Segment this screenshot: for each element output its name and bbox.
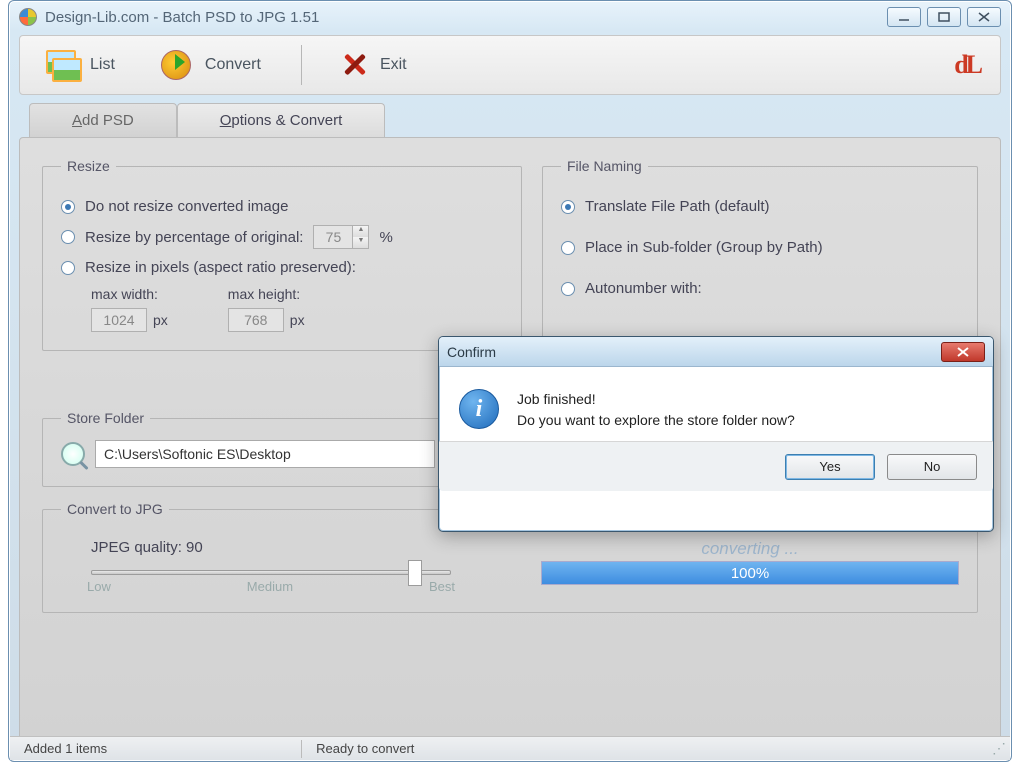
tab-options-convert[interactable]: Options & Convert bbox=[177, 103, 386, 137]
spin-down-icon[interactable]: ▼ bbox=[353, 237, 368, 248]
info-icon: i bbox=[459, 389, 499, 429]
close-icon bbox=[957, 347, 969, 357]
max-width-input[interactable] bbox=[91, 308, 147, 332]
titlebar: Design-Lib.com - Batch PSD to JPG 1.51 bbox=[9, 1, 1011, 33]
statusbar: Added 1 items Ready to convert ⋰ bbox=[10, 736, 1010, 760]
maxh-label: max height: bbox=[228, 286, 305, 302]
convert-legend: Convert to JPG bbox=[61, 501, 169, 517]
pct-unit: % bbox=[379, 229, 392, 246]
toolbar: List Convert Exit dL bbox=[19, 35, 1001, 95]
percentage-spinner[interactable]: ▲▼ bbox=[313, 225, 369, 249]
progress-bar: 100% bbox=[541, 561, 959, 585]
close-button[interactable] bbox=[967, 7, 1001, 27]
list-button[interactable]: List bbox=[34, 42, 125, 88]
slider-low: Low bbox=[87, 579, 111, 594]
list-icon bbox=[44, 48, 78, 82]
exit-label: Exit bbox=[380, 56, 407, 74]
maxw-label: max width: bbox=[91, 286, 168, 302]
status-ready: Ready to convert bbox=[302, 741, 428, 756]
dialog-title: Confirm bbox=[447, 344, 941, 360]
dialog-body: i Job finished! Do you want to explore t… bbox=[439, 367, 993, 441]
spin-up-icon[interactable]: ▲ bbox=[353, 226, 368, 237]
resize-group: Resize Do not resize converted image Res… bbox=[42, 158, 522, 351]
naming-translate-label: Translate File Path (default) bbox=[585, 198, 770, 215]
tab-add-psd[interactable]: AAdd PSDdd PSD bbox=[29, 103, 177, 137]
dialog-footer: Yes No bbox=[439, 441, 993, 491]
resize-none-radio[interactable]: Do not resize converted image bbox=[61, 198, 503, 215]
slider-medium: Medium bbox=[247, 579, 293, 594]
radio-icon bbox=[561, 241, 575, 255]
yes-button[interactable]: Yes bbox=[785, 454, 875, 480]
magnifier-icon bbox=[61, 442, 85, 466]
window-title: Design-Lib.com - Batch PSD to JPG 1.51 bbox=[45, 9, 887, 26]
brand-logo: dL bbox=[954, 50, 986, 80]
toolbar-separator bbox=[301, 45, 302, 85]
radio-icon bbox=[561, 282, 575, 296]
naming-autonumber-radio[interactable]: Autonumber with: bbox=[561, 280, 959, 297]
status-added: Added 1 items bbox=[10, 741, 121, 756]
gear-play-icon bbox=[159, 48, 193, 82]
slider-best: Best bbox=[429, 579, 455, 594]
x-icon bbox=[342, 52, 368, 78]
dialog-close-button[interactable] bbox=[941, 342, 985, 362]
dialog-line1: Job finished! bbox=[517, 389, 795, 410]
store-legend: Store Folder bbox=[61, 410, 150, 426]
convert-button[interactable]: Convert bbox=[149, 42, 271, 88]
percentage-input[interactable] bbox=[314, 229, 352, 245]
dialog-text: Job finished! Do you want to explore the… bbox=[517, 389, 795, 431]
window-buttons bbox=[887, 7, 1001, 27]
resize-px-label: Resize in pixels (aspect ratio preserved… bbox=[85, 259, 356, 276]
px-unit: px bbox=[153, 312, 168, 328]
dialog-titlebar: Confirm bbox=[439, 337, 993, 367]
maximize-button[interactable] bbox=[927, 7, 961, 27]
naming-translate-radio[interactable]: Translate File Path (default) bbox=[561, 198, 959, 215]
radio-icon bbox=[61, 261, 75, 275]
app-icon bbox=[19, 8, 37, 26]
quality-slider[interactable] bbox=[91, 570, 451, 575]
resize-none-label: Do not resize converted image bbox=[85, 198, 288, 215]
resize-grip-icon[interactable]: ⋰ bbox=[986, 740, 1010, 757]
list-label: List bbox=[90, 56, 115, 74]
exit-button[interactable]: Exit bbox=[332, 42, 417, 88]
quality-label: JPEG quality: 90 bbox=[91, 539, 541, 556]
naming-legend: File Naming bbox=[561, 158, 648, 174]
slider-labels: Low Medium Best bbox=[87, 579, 455, 594]
resize-legend: Resize bbox=[61, 158, 116, 174]
store-path-input[interactable]: C:\Users\Softonic ES\Desktop bbox=[95, 440, 435, 468]
minimize-button[interactable] bbox=[887, 7, 921, 27]
px-unit: px bbox=[290, 312, 305, 328]
no-button[interactable]: No bbox=[887, 454, 977, 480]
resize-pct-label: Resize by percentage of original: bbox=[85, 229, 303, 246]
max-height-input[interactable] bbox=[228, 308, 284, 332]
naming-sub-label: Place in Sub-folder (Group by Path) bbox=[585, 239, 823, 256]
naming-subfolder-radio[interactable]: Place in Sub-folder (Group by Path) bbox=[561, 239, 959, 256]
naming-auto-label: Autonumber with: bbox=[585, 280, 702, 297]
slider-track bbox=[91, 570, 451, 575]
dialog-line2: Do you want to explore the store folder … bbox=[517, 410, 795, 431]
convert-label: Convert bbox=[205, 56, 261, 74]
radio-icon bbox=[61, 230, 75, 244]
confirm-dialog: Confirm i Job finished! Do you want to e… bbox=[438, 336, 994, 532]
converting-status: converting ... bbox=[541, 539, 959, 559]
radio-icon bbox=[561, 200, 575, 214]
tabs: AAdd PSDdd PSD Options & Convert bbox=[29, 103, 1001, 137]
resize-pct-radio[interactable]: Resize by percentage of original: ▲▼ % bbox=[61, 225, 503, 249]
slider-thumb[interactable] bbox=[408, 560, 422, 586]
resize-px-radio[interactable]: Resize in pixels (aspect ratio preserved… bbox=[61, 259, 503, 276]
progress-percent: 100% bbox=[542, 562, 958, 584]
radio-icon bbox=[61, 200, 75, 214]
